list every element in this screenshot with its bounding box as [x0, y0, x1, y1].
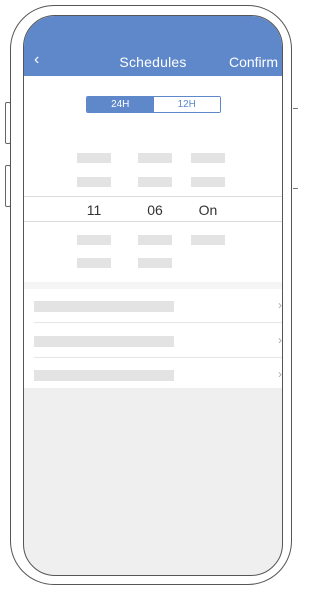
hour-wheel-placeholder[interactable]	[77, 235, 111, 245]
section-divider	[24, 282, 282, 289]
settings-row-label-placeholder	[34, 301, 174, 312]
hour-wheel-placeholder[interactable]	[77, 153, 111, 163]
chevron-right-icon: ›	[278, 298, 282, 312]
settings-row[interactable]: ›	[34, 324, 282, 358]
power-button-bottom-edge	[293, 188, 298, 189]
device-stage: ‹ Schedules Confirm 24H 12H 11 06 On › ›…	[0, 0, 298, 590]
minute-wheel-placeholder[interactable]	[138, 235, 172, 245]
picker-selection-row: 11 06 On	[24, 196, 282, 222]
power-button-top-edge	[293, 108, 298, 109]
state-wheel-placeholder[interactable]	[191, 235, 225, 245]
toggle-12h[interactable]: 12H	[153, 97, 220, 112]
time-format-toggle: 24H 12H	[86, 96, 221, 113]
settings-row[interactable]: ›	[34, 358, 282, 392]
chevron-right-icon: ›	[278, 367, 282, 381]
toggle-24h[interactable]: 24H	[87, 97, 154, 112]
chevron-right-icon: ›	[278, 333, 282, 347]
minute-value[interactable]: 06	[135, 202, 175, 218]
state-wheel-placeholder[interactable]	[191, 153, 225, 163]
state-value[interactable]: On	[188, 202, 228, 218]
settings-row-label-placeholder	[34, 336, 174, 347]
hour-wheel-placeholder[interactable]	[77, 258, 111, 268]
phone-screen: ‹ Schedules Confirm 24H 12H 11 06 On › ›…	[23, 15, 283, 576]
settings-row[interactable]: ›	[34, 289, 282, 323]
app-header: ‹ Schedules Confirm	[24, 16, 282, 76]
schedule-panel: 24H 12H 11 06 On › › ›	[24, 76, 282, 388]
state-wheel-placeholder[interactable]	[191, 177, 225, 187]
settings-row-label-placeholder	[34, 370, 174, 381]
minute-wheel-placeholder[interactable]	[138, 153, 172, 163]
minute-wheel-placeholder[interactable]	[138, 177, 172, 187]
confirm-button[interactable]: Confirm	[229, 54, 278, 70]
minute-wheel-placeholder[interactable]	[138, 258, 172, 268]
hour-value[interactable]: 11	[74, 202, 114, 218]
hour-wheel-placeholder[interactable]	[77, 177, 111, 187]
